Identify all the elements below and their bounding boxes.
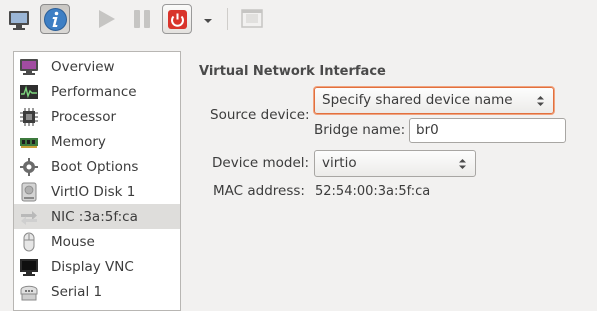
play-icon [99,10,115,28]
hw-item-label: Mouse [51,234,95,250]
combo-arrows-icon [459,159,466,169]
power-icon [168,10,187,29]
hw-item-label: NIC :3a:5f:ca [51,209,138,225]
device-model-label: Device model: [212,155,310,171]
serial-icon [20,285,38,301]
gear-icon [20,158,38,176]
hw-item-display-vnc[interactable]: Display VNC [14,254,180,279]
combo-arrows-icon [537,96,544,106]
fullscreen-icon [241,9,263,28]
hw-item-label: Memory [51,134,106,150]
source-device-value: Specify shared device name [322,92,513,108]
memory-icon [20,138,38,148]
details-button[interactable] [40,4,70,34]
monitor-icon [9,11,29,30]
shutdown-button[interactable] [162,4,192,34]
hw-item-label: Boot Options [51,159,139,175]
hw-item-label: Overview [51,59,115,75]
hw-item-label: Serial 1 [51,284,103,300]
info-icon [44,8,67,31]
hw-item-label: Performance [51,84,137,100]
mac-address-label: MAC address: [213,183,305,199]
shutdown-menu-button[interactable] [197,4,219,34]
device-model-value: virtio [322,155,357,171]
dropdown-arrow-icon [204,19,212,23]
hw-item-overview[interactable]: Overview [14,54,180,79]
source-device-combo[interactable]: Specify shared device name [314,87,554,114]
device-model-combo[interactable]: virtio [314,150,476,177]
hw-item-processor[interactable]: Processor [14,104,180,129]
hw-item-memory[interactable]: Memory [14,129,180,154]
fullscreen-button[interactable] [237,4,267,34]
display-icon [20,259,38,276]
mac-address-value: 52:54:00:3a:5f:ca [315,184,431,199]
pause-icon [134,10,150,28]
hw-item-serial[interactable]: Serial 1 [14,279,180,304]
run-button[interactable] [91,4,121,34]
hw-item-label: Processor [51,109,117,125]
hw-item-performance[interactable]: Performance [14,79,180,104]
overview-icon [20,59,38,75]
hardware-list[interactable]: Overview Performance Processor Memory Bo… [13,51,181,311]
hw-item-mouse[interactable]: Mouse [14,229,180,254]
toolbar [0,0,597,40]
disk-icon [21,182,37,202]
performance-icon [20,85,38,99]
bridge-name-field[interactable] [409,118,566,143]
pause-button[interactable] [127,4,157,34]
source-device-label: Source device: [210,107,310,123]
hw-item-virtio-disk[interactable]: VirtIO Disk 1 [14,179,180,204]
processor-icon [20,108,38,126]
bridge-name-label: Bridge name: [314,122,406,138]
toolbar-separator [227,8,228,30]
hw-item-nic[interactable]: NIC :3a:5f:ca [14,204,180,229]
section-title: Virtual Network Interface [199,64,386,79]
hw-item-label: VirtIO Disk 1 [51,184,136,200]
network-icon [21,211,37,225]
hw-item-label: Display VNC [51,259,134,275]
bridge-name-input[interactable] [416,122,556,138]
console-button[interactable] [4,4,34,34]
mouse-icon [23,232,35,252]
hw-item-boot-options[interactable]: Boot Options [14,154,180,179]
